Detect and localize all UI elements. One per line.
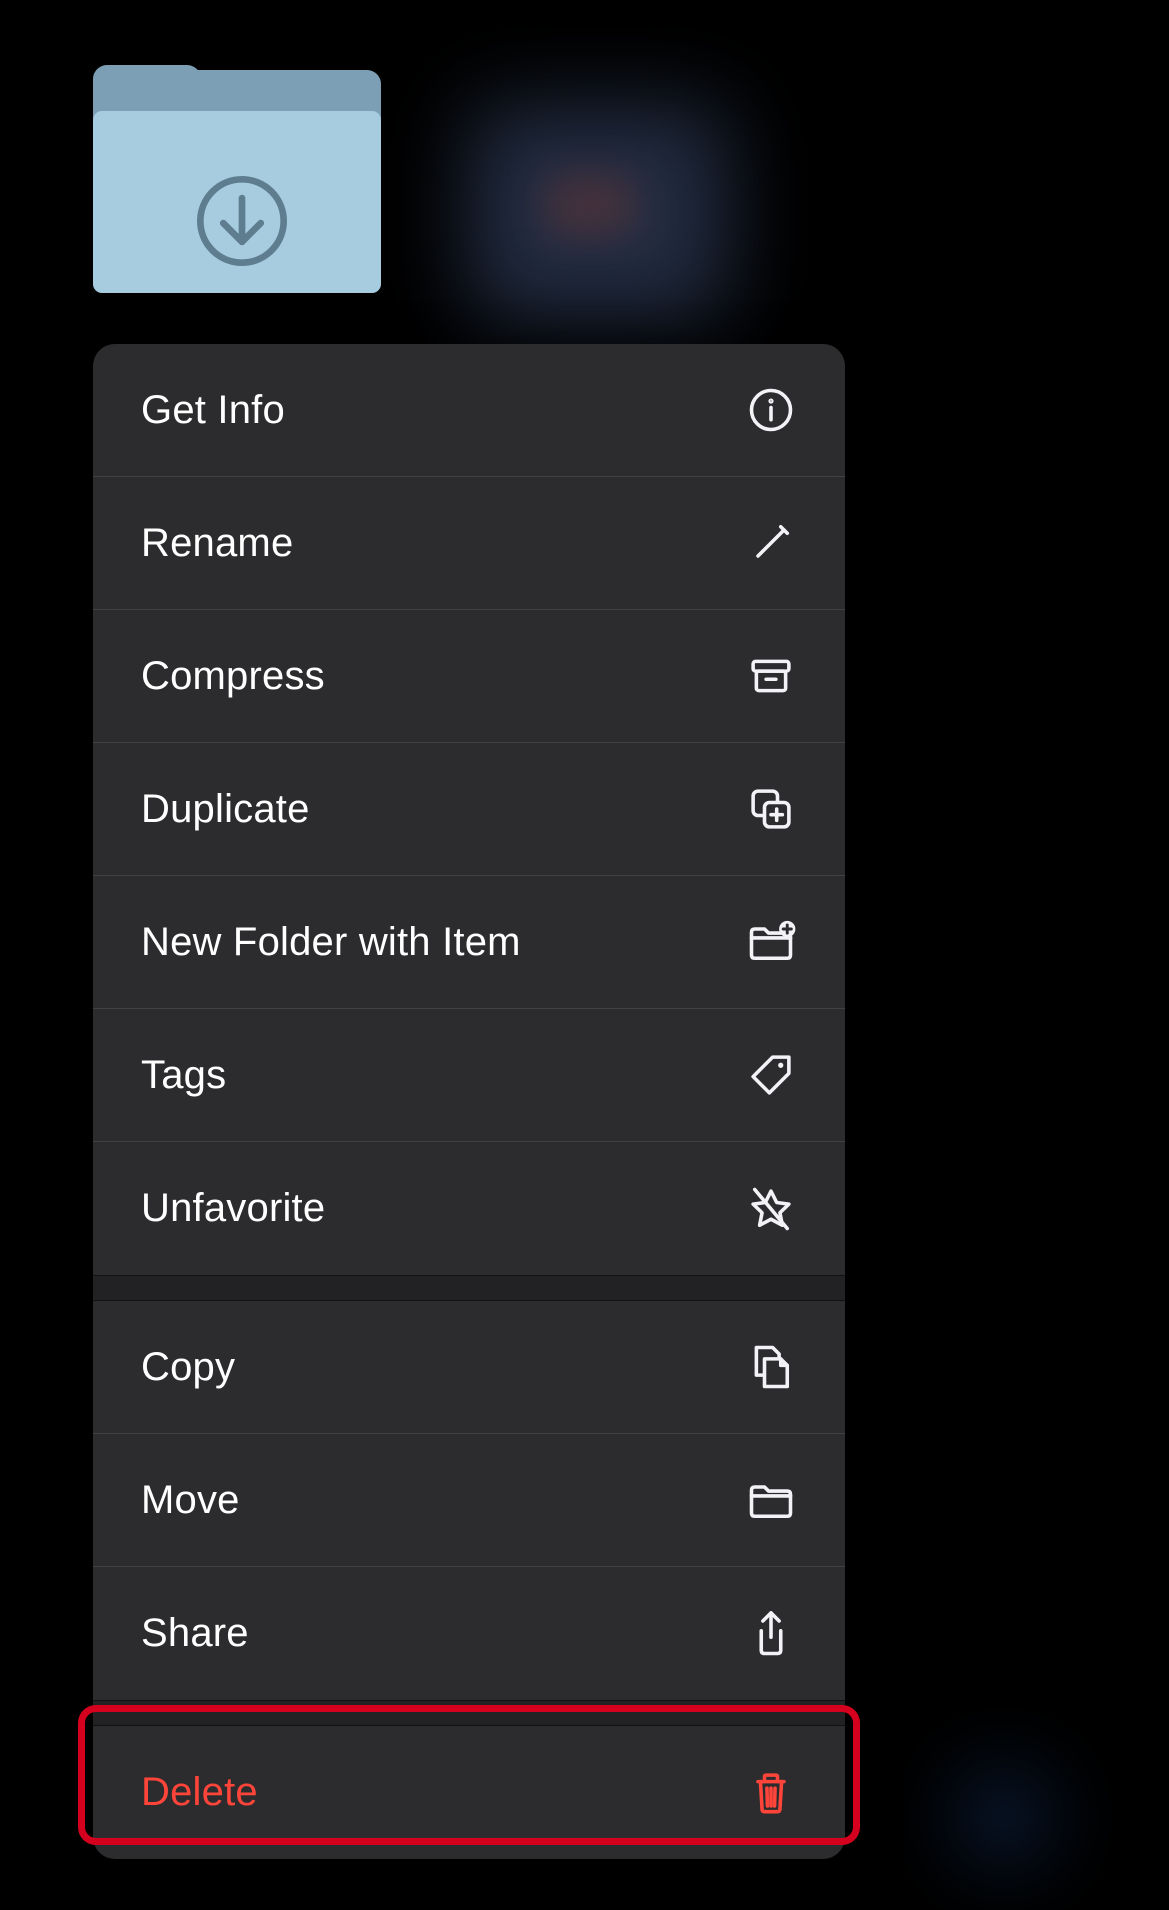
menu-item-duplicate[interactable]: Duplicate	[93, 743, 845, 876]
menu-group-separator	[93, 1275, 845, 1301]
menu-item-tags[interactable]: Tags	[93, 1009, 845, 1142]
menu-item-label: Get Info	[141, 388, 285, 433]
tag-icon	[745, 1049, 797, 1101]
menu-item-label: Delete	[141, 1770, 258, 1815]
menu-item-delete[interactable]: Delete	[93, 1726, 845, 1859]
downloads-folder[interactable]	[93, 65, 381, 293]
info-circle-icon	[745, 384, 797, 436]
menu-item-unfavorite[interactable]: Unfavorite	[93, 1142, 845, 1275]
menu-item-label: Share	[141, 1611, 249, 1656]
menu-item-copy[interactable]: Copy	[93, 1301, 845, 1434]
star-slash-icon	[745, 1183, 797, 1235]
blurred-background-accent	[545, 175, 635, 235]
menu-item-label: Tags	[141, 1053, 226, 1098]
menu-item-label: Move	[141, 1478, 240, 1523]
menu-item-compress[interactable]: Compress	[93, 610, 845, 743]
menu-item-label: Unfavorite	[141, 1186, 325, 1231]
archivebox-icon	[745, 650, 797, 702]
blurred-corner-glow	[959, 1772, 1049, 1862]
folder-badge-plus-icon	[745, 916, 797, 968]
menu-item-label: Compress	[141, 654, 325, 699]
plus-square-on-square-icon	[745, 783, 797, 835]
doc-on-doc-icon	[745, 1341, 797, 1393]
arrow-down-circle-icon	[192, 171, 292, 271]
menu-item-label: Copy	[141, 1345, 235, 1390]
menu-item-new-folder-with-item[interactable]: New Folder with Item	[93, 876, 845, 1009]
pencil-icon	[745, 517, 797, 569]
menu-item-get-info[interactable]: Get Info	[93, 344, 845, 477]
menu-item-label: Rename	[141, 521, 293, 566]
menu-item-rename[interactable]: Rename	[93, 477, 845, 610]
context-menu: Get Info Rename Compress Duplicate New F…	[93, 344, 845, 1859]
menu-item-move[interactable]: Move	[93, 1434, 845, 1567]
menu-item-share[interactable]: Share	[93, 1567, 845, 1700]
folder-icon	[745, 1474, 797, 1526]
menu-item-label: New Folder with Item	[141, 920, 521, 965]
share-icon	[745, 1608, 797, 1660]
trash-icon	[745, 1767, 797, 1819]
menu-item-label: Duplicate	[141, 787, 310, 832]
menu-group-separator	[93, 1700, 845, 1726]
